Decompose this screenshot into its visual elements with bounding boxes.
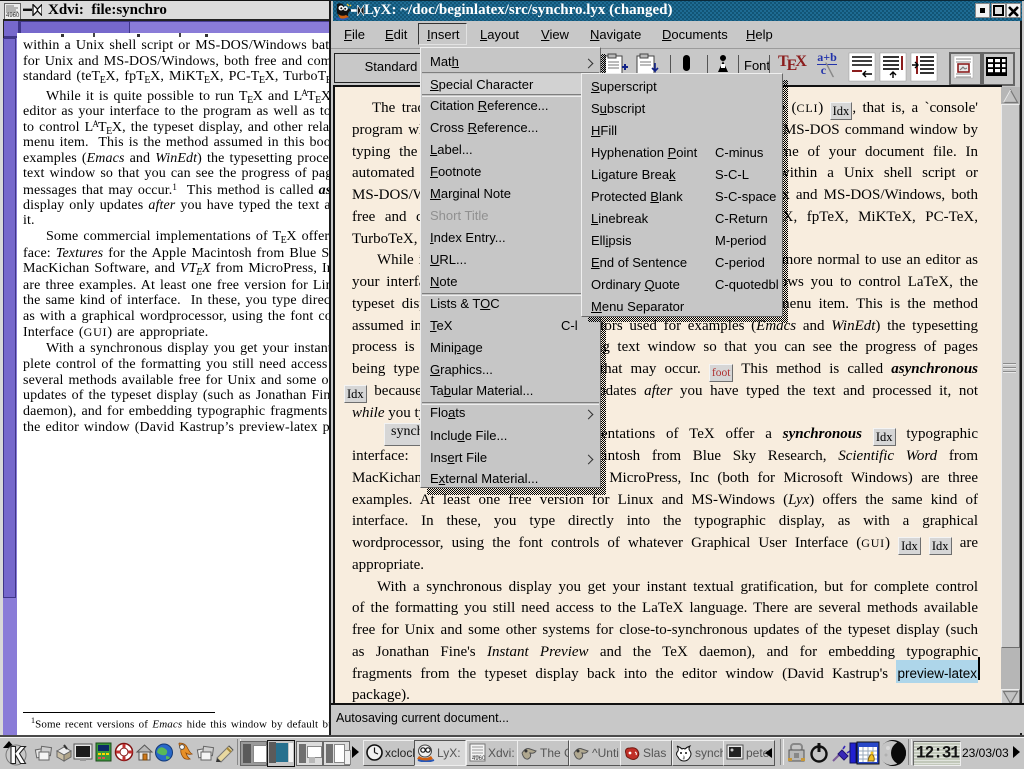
svg-text:4960: 4960 xyxy=(472,756,486,762)
svg-text:4960: 4960 xyxy=(6,13,20,19)
